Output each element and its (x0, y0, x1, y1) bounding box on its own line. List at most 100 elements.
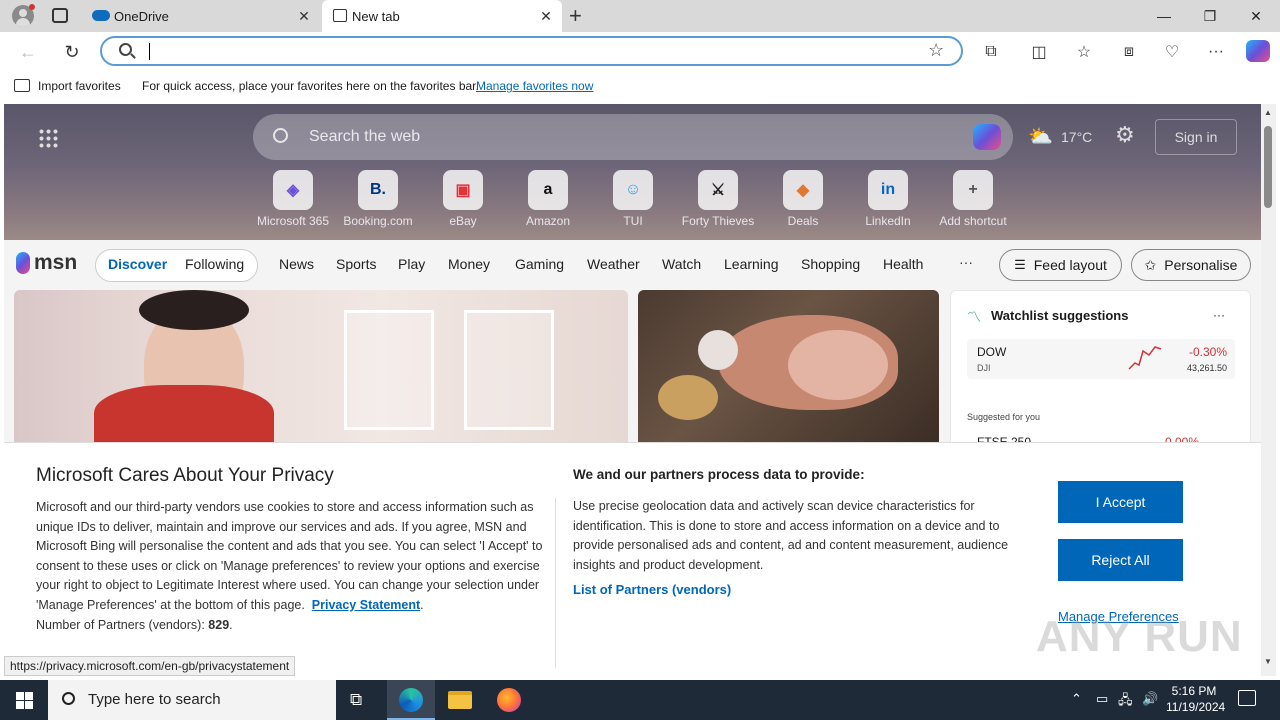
microsoft365-icon: ◈ (273, 170, 313, 210)
browser-essentials-icon[interactable]: ♡ (1160, 40, 1184, 64)
reject-all-button[interactable]: Reject All (1058, 539, 1183, 581)
firefox-icon[interactable] (497, 688, 521, 712)
scroll-up-arrow-icon[interactable]: ▲ (1264, 108, 1272, 117)
copilot-icon[interactable] (1246, 40, 1270, 62)
import-favorites-icon[interactable] (14, 79, 30, 92)
shortcut-forty-thieves[interactable]: ⚔ Forty Thieves (678, 170, 758, 228)
shortcut-label: Booking.com (343, 214, 413, 228)
feature-story-image[interactable] (14, 290, 628, 450)
food-story-image[interactable] (638, 290, 939, 450)
partners-list-link[interactable]: List of Partners (vendors) (573, 582, 731, 597)
close-tab-icon[interactable]: ✕ (538, 8, 554, 25)
collections-icon[interactable]: ⧈ (1117, 40, 1141, 64)
stock-row[interactable]: DOW DJI -0.30% 43,261.50 (967, 339, 1235, 379)
sign-in-button[interactable]: Sign in (1155, 119, 1237, 155)
nav-shopping[interactable]: Shopping (801, 256, 860, 272)
import-favorites-button[interactable]: Import favorites (38, 79, 121, 93)
search-icon (62, 692, 75, 705)
personalise-label: Personalise (1164, 257, 1238, 273)
booking-icon: B. (358, 170, 398, 210)
nav-news[interactable]: News (279, 256, 314, 272)
nav-more-icon[interactable]: ··· (959, 254, 973, 270)
onedrive-cloud-icon (92, 10, 110, 21)
privacy-statement-link[interactable]: Privacy Statement (312, 598, 420, 612)
nav-gaming[interactable]: Gaming (515, 256, 564, 272)
page-scrollbar[interactable]: ▲ ▼ (1261, 104, 1276, 676)
shortcut-label: Microsoft 365 (256, 214, 330, 228)
refresh-icon[interactable]: ↻ (60, 40, 84, 64)
manage-favorites-link[interactable]: Manage favorites now (476, 79, 593, 93)
feed-layout-button[interactable]: ☰ Feed layout (999, 249, 1122, 281)
file-explorer-icon[interactable] (448, 691, 472, 709)
data-processing-column: Use precise geolocation data and activel… (573, 497, 1035, 575)
scroll-down-arrow-icon[interactable]: ▼ (1264, 657, 1272, 666)
restore-icon[interactable]: ❐ (1187, 0, 1233, 32)
nav-learning[interactable]: Learning (724, 256, 779, 272)
shortcut-microsoft365[interactable]: ◈ Microsoft 365 (253, 170, 333, 228)
data-processing-body: Use precise geolocation data and activel… (573, 499, 1009, 572)
add-icon: + (953, 170, 993, 210)
extensions-icon[interactable]: ⧉ (979, 40, 1003, 64)
tab-discover[interactable]: Discover (108, 256, 167, 272)
tab-label: New tab (352, 8, 400, 24)
shortcut-ebay[interactable]: ▣ eBay (423, 170, 503, 228)
tray-device-icon[interactable]: ▭ (1096, 691, 1108, 707)
nav-sports[interactable]: Sports (336, 256, 376, 272)
weather-temperature[interactable]: 17°C (1061, 129, 1092, 145)
tab-following[interactable]: Following (185, 256, 244, 272)
close-tab-icon[interactable]: ✕ (296, 8, 312, 25)
privacy-body: Microsoft and our third-party vendors us… (36, 500, 543, 612)
app-launcher-icon[interactable] (38, 128, 58, 148)
tray-network-icon[interactable]: 🖧 (1118, 691, 1133, 713)
nav-money[interactable]: Money (448, 256, 490, 272)
task-view-icon[interactable]: ⧉ (350, 690, 362, 710)
shortcut-add[interactable]: + Add shortcut (933, 170, 1013, 228)
nav-weather[interactable]: Weather (587, 256, 640, 272)
personalise-button[interactable]: ✩ Personalise (1131, 249, 1251, 281)
windows-start-icon[interactable] (16, 692, 33, 709)
split-screen-icon[interactable]: ◫ (1027, 40, 1051, 64)
taskbar-clock[interactable]: 5:16 PM 11/19/2024 (1166, 683, 1225, 715)
shortcut-booking[interactable]: B. Booking.com (338, 170, 418, 228)
accept-button[interactable]: I Accept (1058, 481, 1183, 523)
nav-play[interactable]: Play (398, 256, 425, 272)
new-tab-plus-icon[interactable]: + (569, 3, 582, 29)
web-search-box[interactable]: Search the web (253, 114, 1013, 160)
web-search-input[interactable]: Search the web (309, 128, 420, 146)
favorites-icon[interactable]: ☆ (1072, 40, 1096, 64)
taskbar-search-box[interactable]: Type here to search (48, 680, 336, 720)
minimize-icon[interactable]: — (1141, 0, 1187, 32)
tray-chevron-icon[interactable]: ⌃ (1071, 691, 1082, 707)
stock-value: 43,261.50 (1186, 363, 1227, 373)
scroll-thumb[interactable] (1264, 126, 1272, 208)
clock-time: 5:16 PM (1171, 684, 1217, 698)
tab-onedrive[interactable]: OneDrive ✕ (84, 0, 320, 32)
nav-watch[interactable]: Watch (662, 256, 701, 272)
edge-taskbar-icon[interactable] (399, 688, 423, 712)
msn-logo[interactable]: msn (16, 250, 77, 276)
notification-center-icon[interactable] (1238, 690, 1256, 706)
tab-new-tab[interactable]: New tab ✕ (322, 0, 562, 32)
watchlist-title: Watchlist suggestions (991, 308, 1129, 323)
text-cursor (149, 43, 150, 60)
shortcut-linkedin[interactable]: in LinkedIn (848, 170, 928, 228)
page-settings-gear-icon[interactable]: ⚙ (1115, 122, 1135, 148)
nav-health[interactable]: Health (883, 256, 923, 272)
shortcut-tui[interactable]: ☺ TUI (593, 170, 673, 228)
close-window-icon[interactable]: ✕ (1233, 0, 1279, 32)
settings-more-icon[interactable]: ··· (1204, 40, 1228, 64)
shortcut-label: LinkedIn (865, 214, 911, 228)
shortcut-deals[interactable]: ◆ Deals (763, 170, 843, 228)
tab-actions-icon[interactable] (52, 8, 68, 23)
tray-volume-icon[interactable]: 🔊 (1142, 691, 1158, 707)
favorite-star-icon[interactable]: ☆ (928, 40, 944, 61)
copilot-search-icon[interactable] (973, 124, 1001, 150)
address-bar[interactable]: ☆ (100, 36, 963, 66)
watchlist-more-icon[interactable]: ··· (1213, 308, 1225, 322)
weather-icon[interactable]: ⛅ (1028, 124, 1053, 149)
back-arrow-icon[interactable]: ← (16, 40, 40, 64)
stock-change: -0.30% (1188, 345, 1227, 359)
shortcut-label: Forty Thieves (681, 214, 755, 228)
favorites-bar: Import favorites For quick access, place… (0, 70, 1280, 102)
shortcut-amazon[interactable]: a Amazon (508, 170, 588, 228)
